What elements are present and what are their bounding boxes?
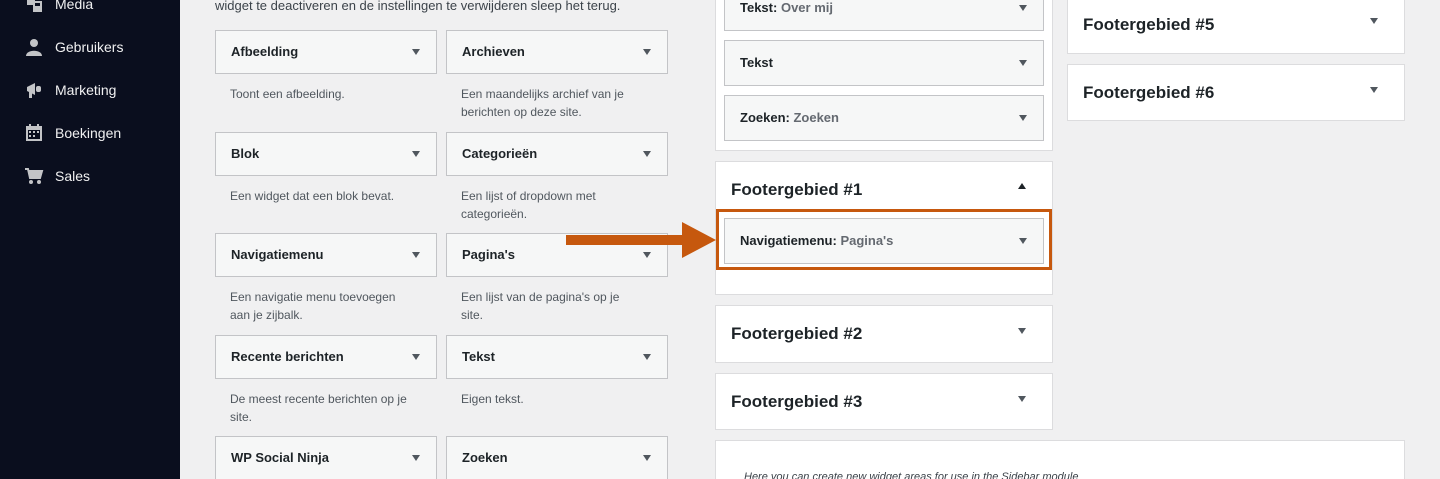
widget-area-footer-3[interactable]: Footergebied #3 [715,373,1053,430]
placed-widget-zoeken[interactable]: Zoeken: Zoeken [724,95,1044,141]
available-widgets-description: widget te deactiveren en de instellingen… [215,0,621,13]
widget-tekst[interactable]: Tekst [446,335,668,379]
media-icon [24,0,44,14]
sidebar-item-label: Sales [55,168,91,184]
dropdown-arrow-icon[interactable] [412,455,420,461]
sidebar-item-gebruikers[interactable]: Gebruikers [0,29,180,65]
dropdown-arrow-icon[interactable] [643,151,651,157]
widget-description: Een navigatie menu toevoegen aan je zijba… [230,290,396,322]
widget-wp-social-ninja[interactable]: WP Social Ninja [215,436,437,479]
widget-description: Een lijst of dropdown met categorieën. [461,189,596,221]
sidebar-item-label: Gebruikers [55,39,124,55]
widget-description: Een maandelijks archief van je berichten … [461,87,624,119]
sidebar-item-marketing[interactable]: Marketing [0,72,180,108]
cart-icon [24,166,44,186]
widget-zoeken[interactable]: Zoeken [446,436,668,479]
placed-widget-navigatiemenu[interactable]: Navigatiemenu: Pagina's [724,218,1044,264]
dropdown-arrow-icon[interactable] [1019,238,1027,244]
widget-area-footer-2[interactable]: Footergebied #2 [715,305,1053,363]
widget-navigatiemenu[interactable]: Navigatiemenu [215,233,437,277]
widget-description: Eigen tekst. [461,392,524,406]
sidebar-item-media[interactable]: Media [0,0,180,22]
sidebar-item-boekingen[interactable]: Boekingen [0,115,180,151]
dropdown-arrow-icon[interactable] [412,252,420,258]
pointer-arrow-icon [682,222,716,258]
collapse-arrow-icon[interactable] [1018,183,1026,189]
widget-afbeelding[interactable]: Afbeelding [215,30,437,74]
area-title: Footergebied #6 [1083,83,1215,102]
dropdown-arrow-icon[interactable] [412,151,420,157]
placed-widget-tekst[interactable]: Tekst [724,40,1044,86]
widget-blok[interactable]: Blok [215,132,437,176]
custom-area-description: Here you can create new widget areas for… [744,471,1079,479]
area-title: Footergebied #2 [731,324,863,343]
widget-description: De meest recente berichten op je site. [230,392,407,424]
dropdown-arrow-icon[interactable] [412,49,420,55]
calendar-icon [24,123,44,143]
area-title: Footergebied #1 [731,180,863,199]
widget-recente-berichten[interactable]: Recente berichten [215,335,437,379]
dropdown-arrow-icon[interactable] [1019,60,1027,66]
custom-widget-area-box: Here you can create new widget areas for… [715,440,1405,479]
widget-area-footer-5[interactable]: Footergebied #5 [1067,0,1405,54]
widget-description: Een widget dat een blok bevat. [230,189,395,203]
widget-area-footer-6[interactable]: Footergebied #6 [1067,64,1405,121]
expand-arrow-icon[interactable] [1018,328,1026,334]
admin-sidebar: Media Gebruikers Marketing Boekingen Sal… [0,0,180,479]
placed-widget-tekst-over-mij[interactable]: Tekst: Over mij [724,0,1044,31]
expand-arrow-icon[interactable] [1018,396,1026,402]
sidebar-item-sales[interactable]: Sales [0,158,180,194]
megaphone-icon [24,80,44,100]
expand-arrow-icon[interactable] [1370,18,1378,24]
area-title: Footergebied #5 [1083,15,1215,34]
dropdown-arrow-icon[interactable] [1019,115,1027,121]
dropdown-arrow-icon[interactable] [643,252,651,258]
dropdown-arrow-icon[interactable] [1019,5,1027,11]
sidebar-item-label: Marketing [55,82,117,98]
widget-description: Een lijst van de pagina's op je site. [461,290,620,322]
dropdown-arrow-icon[interactable] [412,354,420,360]
dropdown-arrow-icon[interactable] [643,455,651,461]
dropdown-arrow-icon[interactable] [643,49,651,55]
sidebar-item-label: Media [55,0,94,12]
expand-arrow-icon[interactable] [1370,87,1378,93]
widget-archieven[interactable]: Archieven [446,30,668,74]
sidebar-item-label: Boekingen [55,125,122,141]
widget-categorieen[interactable]: Categorieën [446,132,668,176]
area-title: Footergebied #3 [731,392,863,411]
user-icon [24,37,44,57]
dropdown-arrow-icon[interactable] [643,354,651,360]
pointer-arrow-shaft [566,235,684,245]
widget-description: Toont een afbeelding. [230,87,345,101]
